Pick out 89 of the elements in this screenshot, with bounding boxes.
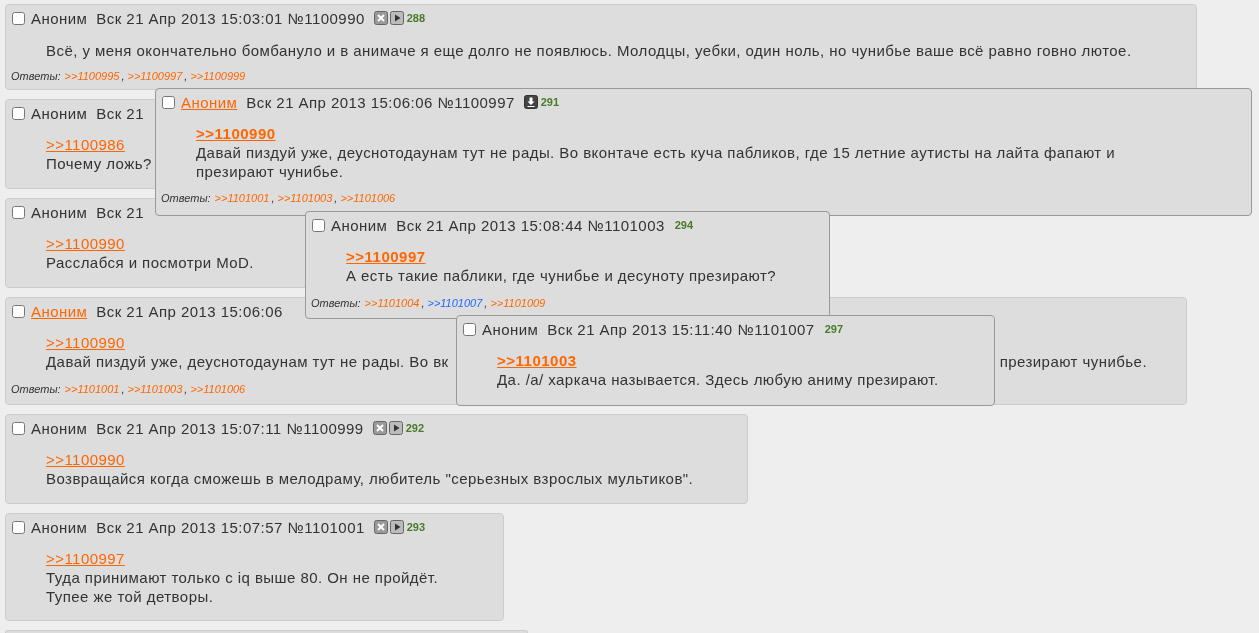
reply-link[interactable]: >>1100995 <box>64 70 120 82</box>
reply-link[interactable]: >>1101003 <box>127 383 183 395</box>
separator: , <box>334 192 338 204</box>
checkbox[interactable] <box>12 520 25 534</box>
replies-label: Ответы: <box>161 192 211 204</box>
author-name: Аноним <box>31 203 88 221</box>
close-icon[interactable] <box>373 520 388 534</box>
post-count: 297 <box>824 323 843 335</box>
reply-link[interactable]: >>1101003 <box>497 351 577 370</box>
post-date: Вск 21 Апр 2013 15:03:01 <box>96 9 283 27</box>
checkbox[interactable] <box>12 11 25 25</box>
post-text: Всё, у меня окончательно бомбануло и в анимаче я еще долго не появлюсь. Молодцы, уебки, один ноль, но чунибье ваше всё равно говно лютое. <box>46 41 1132 60</box>
checkbox[interactable] <box>12 106 25 120</box>
author-name: Аноним <box>331 216 388 234</box>
play-icon[interactable] <box>388 421 403 435</box>
post-text: Почему ложь? <box>46 154 152 173</box>
post-number[interactable]: №1101007 <box>737 320 815 338</box>
post-text: презирают чунибье. <box>999 352 1147 371</box>
reply-link[interactable]: >>1101001 <box>214 192 270 204</box>
post-date: Вск 21 Апр 2013 15:06:06 <box>96 302 283 320</box>
checkbox[interactable] <box>162 95 175 109</box>
post-number[interactable]: №1100997 <box>437 93 515 111</box>
separator: , <box>121 70 125 82</box>
post-text: Давай пиздуй уже, деуснотодаунам тут не рады. Во вк <box>46 352 449 371</box>
reply-link[interactable]: >>1101006 <box>190 383 246 395</box>
reply-link[interactable]: >>1100990 <box>46 234 125 253</box>
post-date: Вск 21 Апр 2013 15:07:57 <box>96 518 283 536</box>
post-count: 294 <box>674 219 694 231</box>
author-name: Аноним <box>31 518 88 536</box>
reply-link[interactable]: >>1101001 <box>64 383 120 395</box>
separator: , <box>271 192 275 204</box>
reply-link[interactable]: >>1100990 <box>196 124 276 143</box>
author-name: Аноним <box>31 9 88 27</box>
author-link[interactable]: Аноним <box>181 93 238 111</box>
checkbox[interactable] <box>12 205 25 219</box>
post-text: Давай пиздуй уже, деуснотодаунам тут не рады. Во вконтаче есть куча пабликов, где 15 летние аутисты на лайта фапают и презирают чунибье. <box>196 143 1117 181</box>
close-icon[interactable] <box>373 11 388 25</box>
reply-link[interactable]: >>1101003 <box>277 192 333 204</box>
play-icon[interactable] <box>389 11 404 25</box>
checkbox[interactable] <box>12 304 25 318</box>
reply-link[interactable]: >>1100999 <box>190 70 246 82</box>
post-date: Вск 21 Апр 2013 15:06:06 <box>246 93 433 111</box>
reply-link[interactable]: >>1101004 <box>364 297 420 309</box>
post-text: Расслабся и посмотри MoD. <box>46 253 254 272</box>
post-text: Возвращайся когда сможешь в мелодраму, любитель "серьезных взрослых мультиков". <box>46 469 694 488</box>
post-date: Вск 21 Апр 2013 15:11:40 <box>547 320 733 338</box>
reply-link[interactable]: >>1101009 <box>490 297 546 309</box>
replies-label: Ответы: <box>11 70 61 82</box>
post-number[interactable]: №1100990 <box>287 9 365 27</box>
post-text: Тупее же той детворы. <box>46 587 214 606</box>
author-link[interactable]: Аноним <box>31 302 88 320</box>
checkbox[interactable] <box>12 421 25 435</box>
post-date: Вск 21 Апр 2013 15:08:44 <box>396 216 583 234</box>
post-count: 292 <box>405 422 424 434</box>
reply-link[interactable]: >>1100990 <box>46 333 125 352</box>
reply-link[interactable]: >>1100990 <box>46 450 125 469</box>
separator: , <box>184 70 188 82</box>
checkbox[interactable] <box>312 218 325 232</box>
post-text: Да. /а/ харкача называется. Здесь любую аниму презирают. <box>497 370 939 389</box>
author-name: Аноним <box>482 320 539 338</box>
reply-link[interactable]: >>1101007 <box>427 297 483 309</box>
post-count: 288 <box>406 12 426 24</box>
play-icon[interactable] <box>389 520 404 534</box>
post-count: 291 <box>540 96 560 108</box>
separator: , <box>184 383 188 395</box>
reply-link[interactable]: >>1100997 <box>127 70 183 82</box>
reply-link[interactable]: >>1100997 <box>346 247 426 266</box>
post-date: Вск 21 Апр 2013 15:07:11 <box>96 419 282 437</box>
reply-link[interactable]: >>1101006 <box>340 192 396 204</box>
post-number[interactable]: №1101003 <box>587 216 665 234</box>
close-icon[interactable] <box>372 421 387 435</box>
author-name: Аноним <box>31 419 88 437</box>
post-count: 293 <box>406 521 426 533</box>
separator: , <box>484 297 488 309</box>
post-date: Вск 21 <box>96 203 144 221</box>
separator: , <box>421 297 425 309</box>
download-icon[interactable] <box>523 95 538 109</box>
author-name: Аноним <box>31 104 88 122</box>
reply-link[interactable]: >>1100997 <box>46 549 125 568</box>
post-text: Туда принимают только с iq выше 80. Он не пройдёт. <box>46 568 439 587</box>
reply-link[interactable]: >>1100986 <box>46 135 125 154</box>
checkbox[interactable] <box>463 322 476 336</box>
replies-label: Ответы: <box>311 297 361 309</box>
post-text: А есть такие паблики, где чунибье и десуноту презирают? <box>346 266 777 285</box>
post-number[interactable]: №1101001 <box>287 518 365 536</box>
post-number[interactable]: №1100999 <box>286 419 364 437</box>
replies-label: Ответы: <box>11 383 61 395</box>
separator: , <box>121 383 125 395</box>
post-date: Вск 21 <box>96 104 144 122</box>
